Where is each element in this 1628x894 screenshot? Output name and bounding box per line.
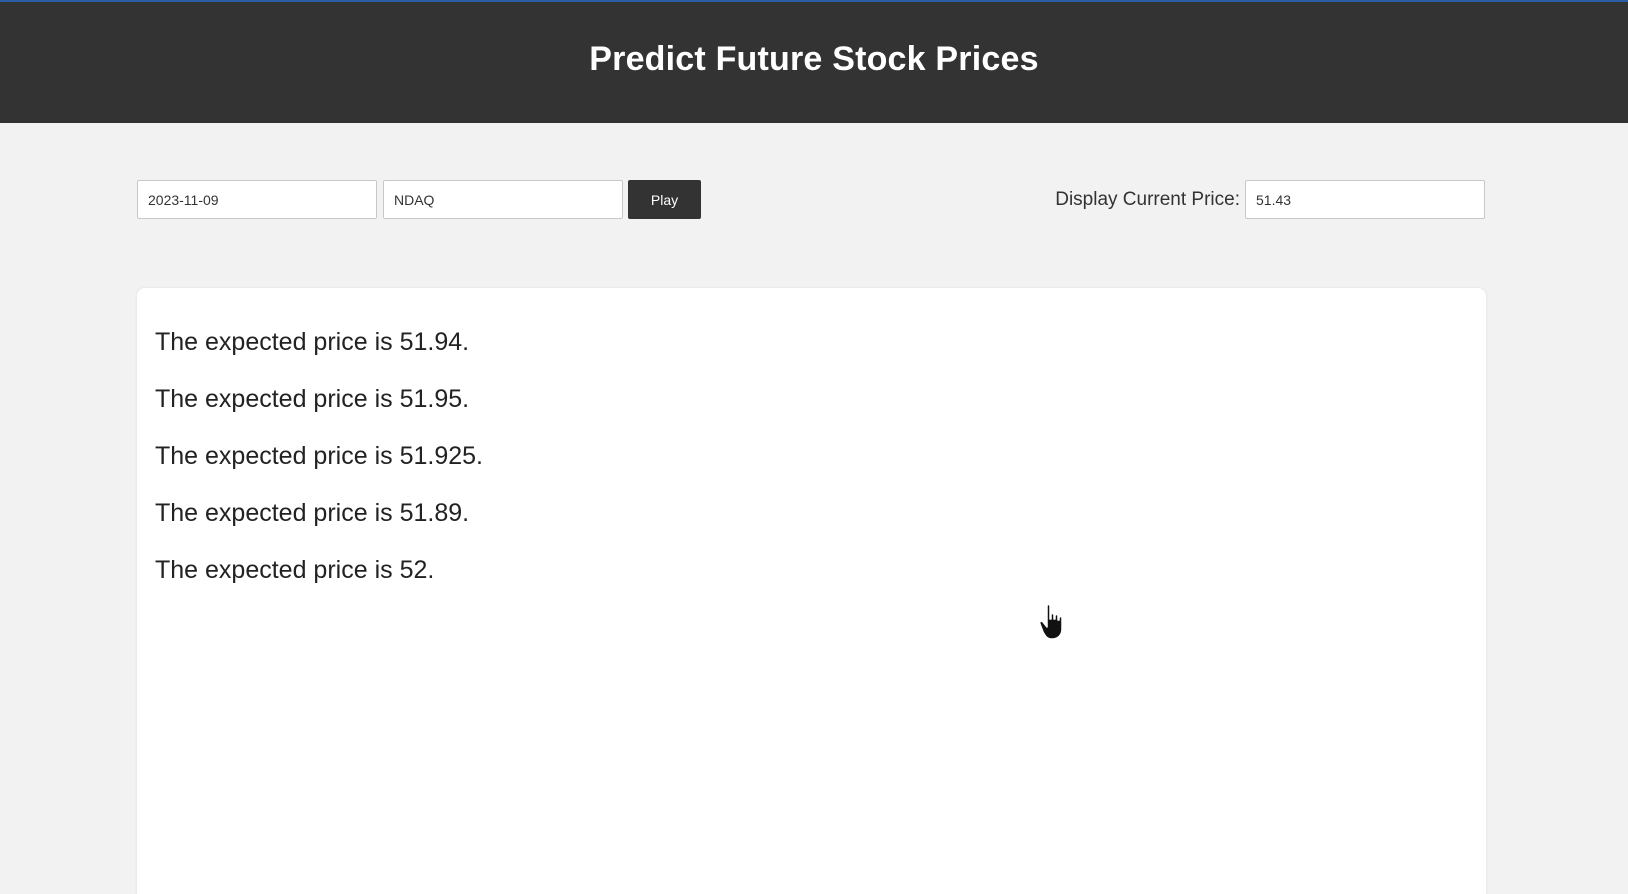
result-item: The expected price is 52. [155, 556, 435, 584]
date-input[interactable] [137, 180, 377, 219]
current-price-label: Display Current Price: [1055, 189, 1240, 210]
page: Predict Future Stock Prices Play Display… [0, 0, 1628, 894]
ticker-input[interactable] [383, 180, 623, 219]
play-button[interactable]: Play [628, 180, 701, 219]
result-item: The expected price is 51.89. [155, 499, 470, 527]
results-list: The expected price is 51.94. The expecte… [155, 328, 483, 613]
result-item: The expected price is 51.925. [155, 442, 483, 470]
result-item: The expected price is 51.95. [155, 385, 470, 413]
results-panel: The expected price is 51.94. The expecte… [137, 288, 1486, 894]
hand-pointer-icon [1039, 603, 1063, 640]
controls-bar: Play Display Current Price: [0, 0, 1628, 260]
current-price-input[interactable] [1245, 180, 1485, 219]
result-item: The expected price is 51.94. [155, 328, 470, 356]
